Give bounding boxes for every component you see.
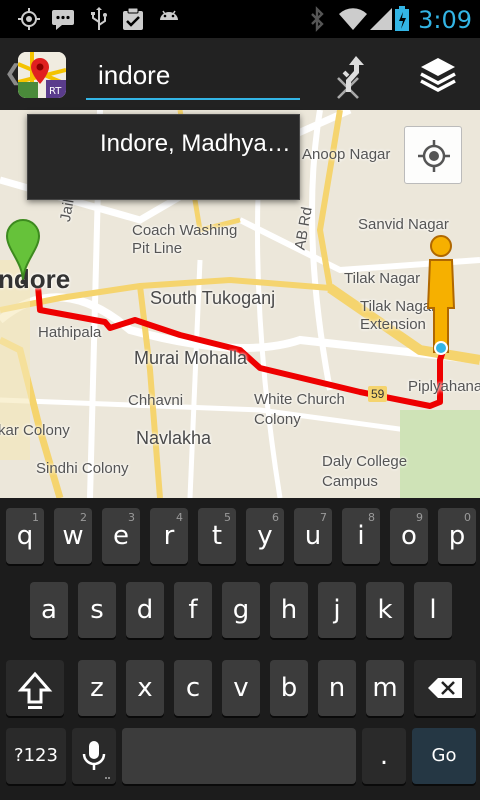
clipboard-check-icon	[123, 7, 143, 30]
symbols-key[interactable]: ?123	[6, 728, 66, 784]
layers-icon[interactable]	[418, 54, 458, 94]
key-t[interactable]: t5	[198, 508, 236, 564]
map-label: Tilak Nagar	[344, 270, 421, 287]
key-hint: 0	[464, 511, 471, 524]
space-key[interactable]	[122, 728, 356, 784]
key-w[interactable]: w2	[54, 508, 92, 564]
usb-icon	[91, 7, 107, 30]
suggestion-text: Indore, Madhya…	[100, 130, 291, 157]
map-label: kar Colony	[0, 422, 70, 439]
map-label: Chhavni	[128, 392, 184, 409]
key-c[interactable]: c	[174, 660, 212, 716]
key-h[interactable]: h	[270, 582, 308, 638]
key-m[interactable]: m	[366, 660, 404, 716]
status-bar: 3:09	[0, 0, 480, 38]
clock: 3:09	[418, 6, 472, 34]
my-location-button[interactable]	[404, 126, 462, 184]
voice-input-key[interactable]	[72, 728, 116, 784]
key-x[interactable]: x	[126, 660, 164, 716]
key-r[interactable]: r4	[150, 508, 188, 564]
shift-arrow-icon	[17, 671, 53, 709]
crosshair-icon	[418, 140, 450, 172]
shift-key[interactable]	[6, 660, 64, 716]
key-i[interactable]: i8	[342, 508, 380, 564]
key-hint: 6	[272, 511, 279, 524]
android-icon	[160, 10, 178, 20]
map-label: Hathipala	[38, 324, 102, 341]
period-key[interactable]: .	[362, 728, 406, 784]
search-input[interactable]	[98, 58, 248, 92]
key-d[interactable]: d	[126, 582, 164, 638]
go-key[interactable]: Go	[412, 728, 476, 784]
key-l[interactable]: l	[414, 582, 452, 638]
key-v[interactable]: v	[222, 660, 260, 716]
map-label: Sindhi Colony	[36, 460, 129, 477]
key-hint: 5	[224, 511, 231, 524]
backspace-icon	[428, 678, 462, 698]
pegman-icon[interactable]	[424, 234, 458, 356]
action-bar: ❮ RT	[0, 38, 480, 110]
key-e[interactable]: e3	[102, 508, 140, 564]
key-y[interactable]: y6	[246, 508, 284, 564]
key-a[interactable]: a	[30, 582, 68, 638]
app-logo-icon[interactable]: RT	[18, 52, 66, 98]
key-k[interactable]: k	[366, 582, 404, 638]
map-label: Piplyahana	[408, 378, 480, 395]
signal-icon	[370, 8, 392, 30]
highway-shield: 59	[368, 386, 388, 402]
key-hint: 7	[320, 511, 327, 524]
bluetooth-icon	[311, 6, 324, 32]
key-u[interactable]: u7	[294, 508, 332, 564]
key-hint: 8	[368, 511, 375, 524]
suggestion-item[interactable]: Indore, Madhya…	[27, 114, 300, 200]
key-f[interactable]: f	[174, 582, 212, 638]
key-hint: 1	[32, 511, 39, 524]
key-g[interactable]: g	[222, 582, 260, 638]
map-label: White Church Colony	[254, 391, 345, 428]
key-q[interactable]: q1	[6, 508, 44, 564]
key-b[interactable]: b	[270, 660, 308, 716]
map-label: Daly College Campus	[322, 453, 408, 490]
key-hint: 9	[416, 511, 423, 524]
backspace-key[interactable]	[414, 660, 476, 716]
map-label: Navlakha	[136, 428, 212, 448]
key-j[interactable]: j	[318, 582, 356, 638]
map-label: Anoop Nagar	[302, 146, 391, 163]
wifi-icon	[339, 8, 367, 30]
battery-icon	[395, 6, 409, 31]
map-label: Murai Mohalla	[134, 348, 248, 368]
key-o[interactable]: o9	[390, 508, 428, 564]
key-n[interactable]: n	[318, 660, 356, 716]
key-z[interactable]: z	[78, 660, 116, 716]
map-label: Sanvid Nagar	[358, 216, 449, 233]
key-hint: 4	[176, 511, 183, 524]
gps-icon	[18, 8, 40, 30]
start-marker-icon[interactable]	[4, 218, 42, 284]
screen: 3:09 ❮ RT indore Anoop Nagar Jail AB Rd …	[0, 0, 480, 800]
map-label: South Tukoganj	[150, 288, 276, 308]
search-field[interactable]	[86, 52, 359, 100]
key-p[interactable]: p0	[438, 508, 476, 564]
svg-text:RT: RT	[49, 86, 62, 97]
route-icon[interactable]	[336, 54, 376, 94]
soft-keyboard: q1w2e3r4t5y6u7i8o9p0 asdfghjkl zxcvbnm ?…	[0, 498, 480, 800]
key-s[interactable]: s	[78, 582, 116, 638]
microphone-icon	[82, 741, 110, 779]
key-hint: 3	[128, 511, 135, 524]
chat-icon	[52, 10, 74, 30]
map-label: Coach Washing Pit Line	[132, 222, 238, 257]
key-hint: 2	[80, 511, 87, 524]
